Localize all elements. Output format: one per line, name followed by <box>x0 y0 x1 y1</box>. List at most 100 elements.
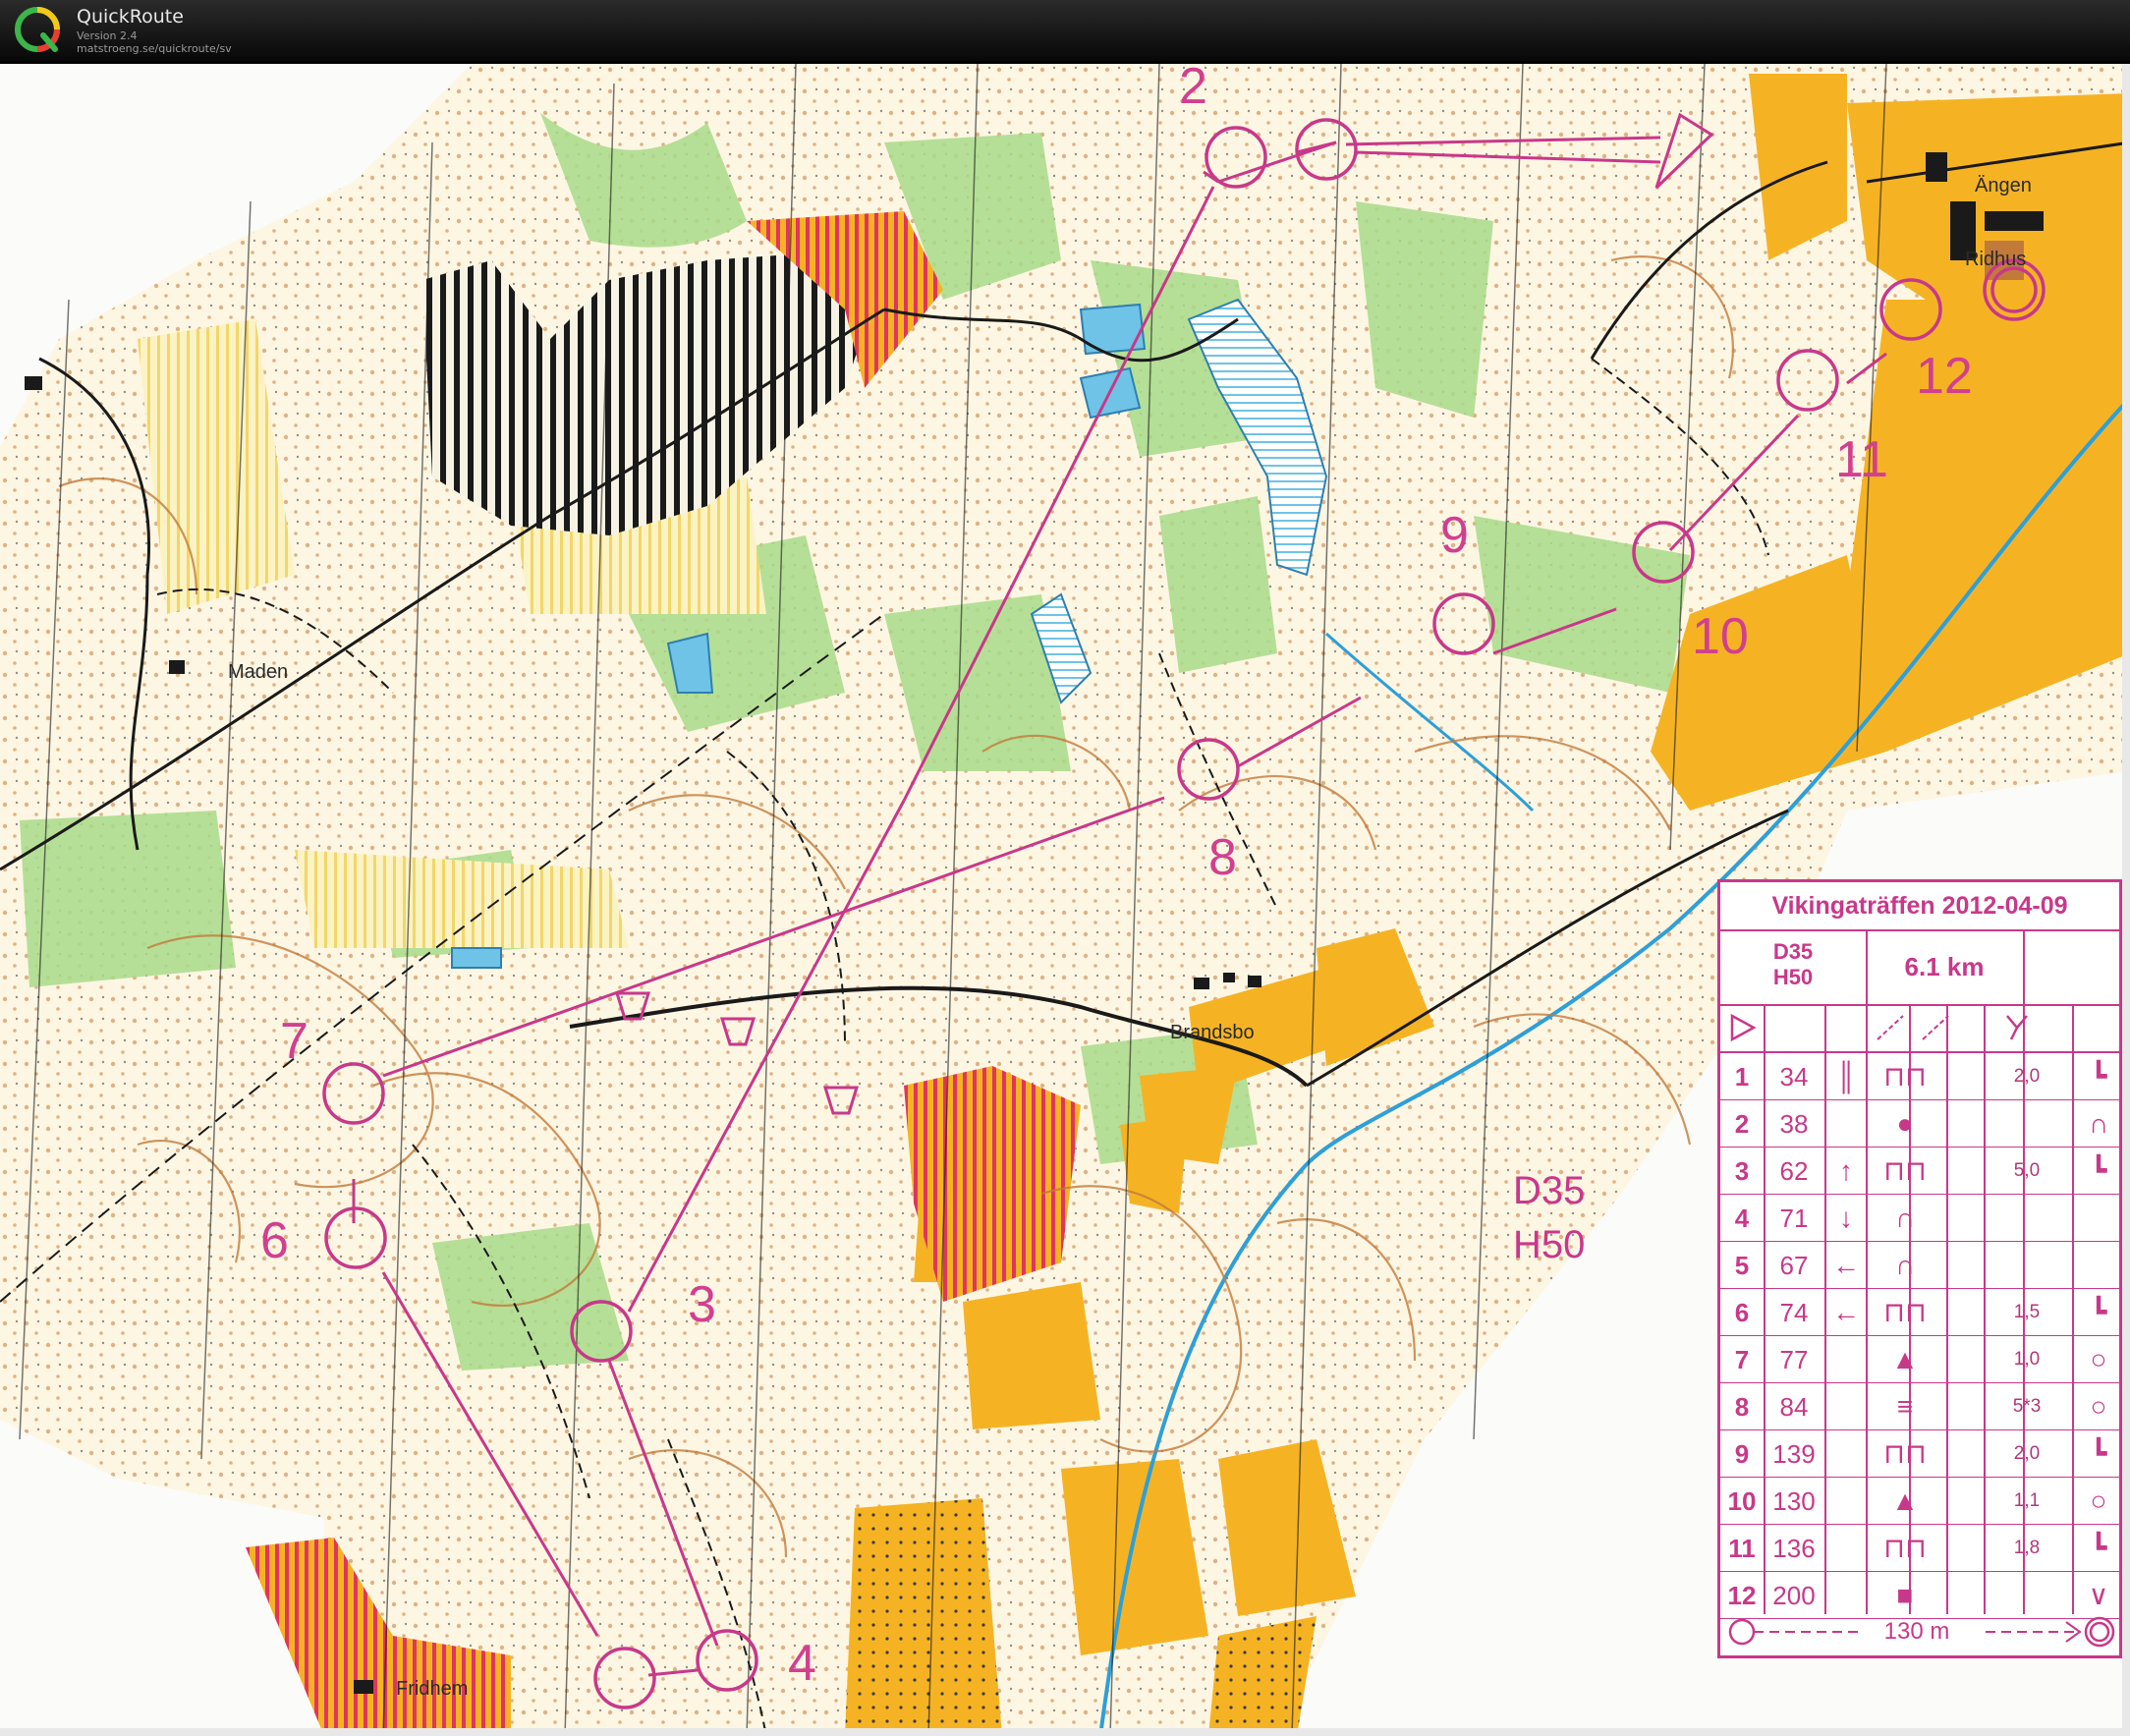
legend-which-feature: ↓ <box>1839 1203 1853 1233</box>
legend-which-feature: ↑ <box>1839 1155 1853 1186</box>
legend-which-feature: ║ <box>1836 1061 1856 1092</box>
place-ridhus: Ridhus <box>1965 249 2026 270</box>
legend-dimension <box>1978 1195 2076 1242</box>
legend-class-2: H50 <box>1772 965 1814 989</box>
legend-seq: 4 <box>1734 1204 1750 1233</box>
place-maden: Maden <box>228 661 288 683</box>
legend-feature-icon: ⊓⊓ <box>1883 1297 1927 1327</box>
legend-seq: 10 <box>1727 1486 1757 1516</box>
control-number-6: 6 <box>260 1212 289 1269</box>
legend-course-row: D35 H50 6.1 km <box>1720 929 2119 1006</box>
control-number-3: 3 <box>688 1276 716 1333</box>
legend-dimension: 2,0 <box>2013 1443 2041 1464</box>
legend-start-row <box>1720 1004 2119 1053</box>
legend-seq: 9 <box>1734 1439 1750 1469</box>
legend-row-10: 10 130 ▲ 1,1 ○ <box>1720 1478 2119 1525</box>
legend-code: 71 <box>1779 1204 1809 1233</box>
legend-code: 84 <box>1779 1392 1809 1422</box>
legend-dimension: 1,5 <box>2013 1302 2041 1322</box>
legend-feature-icon: ⊓⊓ <box>1883 1438 1927 1469</box>
legend-dimension: 5,0 <box>2013 1160 2041 1181</box>
legend-which-feature <box>1826 1383 1866 1430</box>
legend-which-feature <box>1826 1525 1866 1572</box>
legend-feature-icon: ∩ <box>1894 1203 1916 1233</box>
legend-seq: 2 <box>1734 1109 1750 1139</box>
legend-code: 77 <box>1779 1345 1809 1374</box>
legend-code: 34 <box>1779 1062 1809 1092</box>
legend-location-icon: ○ <box>2090 1344 2107 1374</box>
legend-code: 67 <box>1779 1251 1809 1280</box>
control-number-9: 9 <box>1440 507 1469 564</box>
legend-location-icon <box>2076 1195 2121 1242</box>
legend-row-3: 3 62 ↑ ⊓⊓ 5,0 ┗ <box>1720 1148 2119 1195</box>
legend-start-symbols <box>1730 1013 2028 1042</box>
legend-which-feature <box>1826 1430 1866 1478</box>
legend-class-1: D35 <box>1772 939 1814 964</box>
control-description-sheet: Vikingaträffen 2012-04-09 D35 H50 6.1 km <box>1717 879 2122 1658</box>
legend-seq: 5 <box>1734 1251 1750 1280</box>
legend-location-icon: ┗ <box>2090 1438 2107 1469</box>
legend-which-feature <box>1826 1478 1866 1525</box>
legend-seq: 6 <box>1734 1298 1750 1327</box>
legend-location-icon: ○ <box>2090 1391 2107 1422</box>
legend-location-icon <box>2076 1242 2121 1289</box>
legend-location-icon: ∩ <box>2088 1108 2109 1139</box>
legend-row-9: 9 139 ⊓⊓ 2,0 ┗ <box>1720 1430 2119 1478</box>
app-version: Version 2.4 <box>77 29 138 42</box>
legend-location-icon: ┗ <box>2090 1061 2107 1092</box>
legend-feature-icon: ⊓⊓ <box>1883 1061 1927 1092</box>
quickroute-logo-icon <box>15 7 60 52</box>
legend-seq: 7 <box>1734 1345 1750 1374</box>
road-crossing-icon <box>1877 1015 1904 1040</box>
legend-dimension: 1,1 <box>2013 1490 2041 1511</box>
quickroute-window: QuickRoute Version 2.4 matstroeng.se/qui… <box>0 0 2130 1736</box>
legend-feature-icon: ⊓⊓ <box>1883 1533 1927 1563</box>
legend-dimension: 1,0 <box>2013 1349 2041 1370</box>
control-number-12: 12 <box>1916 348 1973 405</box>
legend-row-1: 1 34 ║ ⊓⊓ 2,0 ┗ <box>1720 1053 2119 1100</box>
legend-feature-icon: ▲ <box>1891 1485 1919 1516</box>
legend-code: 38 <box>1779 1109 1809 1139</box>
legend-which-feature <box>1826 1100 1866 1148</box>
place-fridhem: Fridhem <box>396 1678 468 1700</box>
control-number-4: 4 <box>788 1635 816 1692</box>
title-bar: QuickRoute Version 2.4 matstroeng.se/qui… <box>0 0 2130 64</box>
legend-finish-distance: 130 m <box>1883 1618 1950 1645</box>
control-number-8: 8 <box>1208 829 1237 886</box>
control-number-11: 11 <box>1835 431 1888 488</box>
legend-row-7: 7 77 ▲ 1,0 ○ <box>1720 1336 2119 1383</box>
legend-title: Vikingaträffen 2012-04-09 <box>1720 882 2119 931</box>
legend-row-2: 2 38 ● ∩ <box>1720 1100 2119 1148</box>
app-url[interactable]: matstroeng.se/quickroute/sv <box>77 42 232 55</box>
place-brandsbo: Brandsbo <box>1170 1022 1255 1043</box>
legend-feature-icon: ∩ <box>1894 1250 1916 1280</box>
legend-dimension <box>1978 1242 2076 1289</box>
legend-rows: 1 34 ║ ⊓⊓ 2,0 ┗ 2 38 ● ∩ 3 62 ↑ ⊓⊓ 5,0 ┗ 4 71 ↓ ∩ 5 67 ← ∩ 6 74 ← ⊓… <box>1720 1053 2119 1619</box>
legend-dimension <box>1978 1100 2076 1148</box>
app-title: QuickRoute <box>77 6 184 28</box>
legend-class: D35 H50 <box>1720 929 1868 1004</box>
legend-seq: 8 <box>1734 1392 1750 1422</box>
course-label-d35: D35 <box>1513 1169 1585 1212</box>
legend-finish-row: 130 m <box>1720 1608 2119 1655</box>
legend-code: 136 <box>1772 1534 1816 1563</box>
orienteering-map[interactable]: 2 3 4 6 7 8 9 10 11 12 Ängen Ridhus Made… <box>0 64 2130 1736</box>
legend-seq: 3 <box>1734 1156 1750 1186</box>
control-number-7: 7 <box>280 1013 308 1070</box>
legend-location-icon: ┗ <box>2090 1533 2107 1563</box>
legend-row-5: 5 67 ← ∩ <box>1720 1242 2119 1289</box>
legend-seq: 1 <box>1734 1062 1750 1092</box>
legend-feature-icon: ⊓⊓ <box>1883 1155 1927 1186</box>
legend-course-length: 6.1 km <box>1866 929 2025 1004</box>
legend-dimension: 5*3 <box>2012 1396 2042 1417</box>
course-label-h50: H50 <box>1513 1223 1585 1266</box>
legend-feature-icon: ≡ <box>1896 1391 1914 1422</box>
control-number-10: 10 <box>1692 608 1749 665</box>
legend-seq: 11 <box>1728 1534 1756 1563</box>
path-crossing-icon <box>1922 1015 1949 1040</box>
place-angen: Ängen <box>1975 175 2032 196</box>
legend-dimension: 2,0 <box>2013 1066 2041 1087</box>
legend-row-11: 11 136 ⊓⊓ 1,8 ┗ <box>1720 1525 2119 1572</box>
legend-code: 74 <box>1779 1298 1809 1327</box>
legend-code: 62 <box>1779 1156 1809 1186</box>
